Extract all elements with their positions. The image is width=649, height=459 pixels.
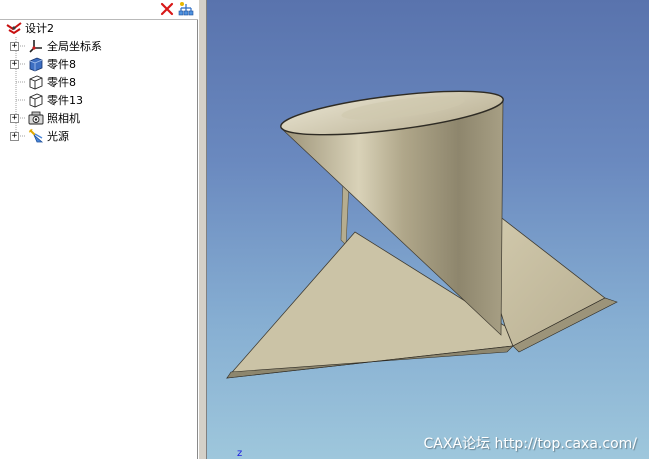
part-outline-icon [28, 92, 44, 108]
coordinate-system-icon [28, 38, 44, 54]
expand-toggle[interactable]: + [10, 42, 19, 51]
tree-item-label: 零件8 [47, 58, 76, 71]
tree-item-camera[interactable]: + 照相机 [10, 110, 80, 126]
tree-item-label: 照相机 [47, 112, 80, 125]
camera-icon [28, 110, 44, 126]
part-outline-icon [28, 74, 44, 90]
hierarchy-icon[interactable] [178, 1, 194, 17]
forum-watermark: CAXA论坛 http://top.caxa.com/ [423, 436, 637, 452]
tree-item-part-8-outline[interactable]: 零件8 [28, 74, 76, 90]
tree-item-part-13[interactable]: 零件13 [28, 92, 83, 108]
tree-item-light-source[interactable]: + 光源 [10, 128, 69, 144]
design-root-icon [6, 20, 22, 36]
light-source-icon [28, 128, 44, 144]
3d-model-render[interactable] [207, 0, 649, 459]
tree-root-label: 设计2 [25, 22, 54, 35]
tree-item-global-coordinate-system[interactable]: + 全局坐标系 [10, 38, 102, 54]
close-icon[interactable] [159, 1, 175, 17]
panel-splitter[interactable] [198, 0, 207, 459]
tree-root[interactable]: 设计2 [6, 20, 54, 36]
tree-item-label: 光源 [47, 130, 69, 143]
tree-item-label: 零件8 [47, 76, 76, 89]
expand-toggle[interactable]: + [10, 114, 19, 123]
axis-z-label: z [237, 448, 243, 459]
tree-item-label: 零件13 [47, 94, 83, 107]
tree-item-label: 全局坐标系 [47, 40, 102, 53]
design-tree-panel: 设计2 + 全局坐标系 + 零件8 零件8 零件13 + 照相机 + 光源 [0, 0, 198, 459]
tree-item-part-8[interactable]: + 零件8 [10, 56, 76, 72]
part-solid-icon [28, 56, 44, 72]
panel-toolbar [0, 0, 198, 20]
3d-viewport[interactable]: z CAXA论坛 http://top.caxa.com/ [207, 0, 649, 459]
expand-toggle[interactable]: + [10, 132, 19, 141]
expand-toggle[interactable]: + [10, 60, 19, 69]
